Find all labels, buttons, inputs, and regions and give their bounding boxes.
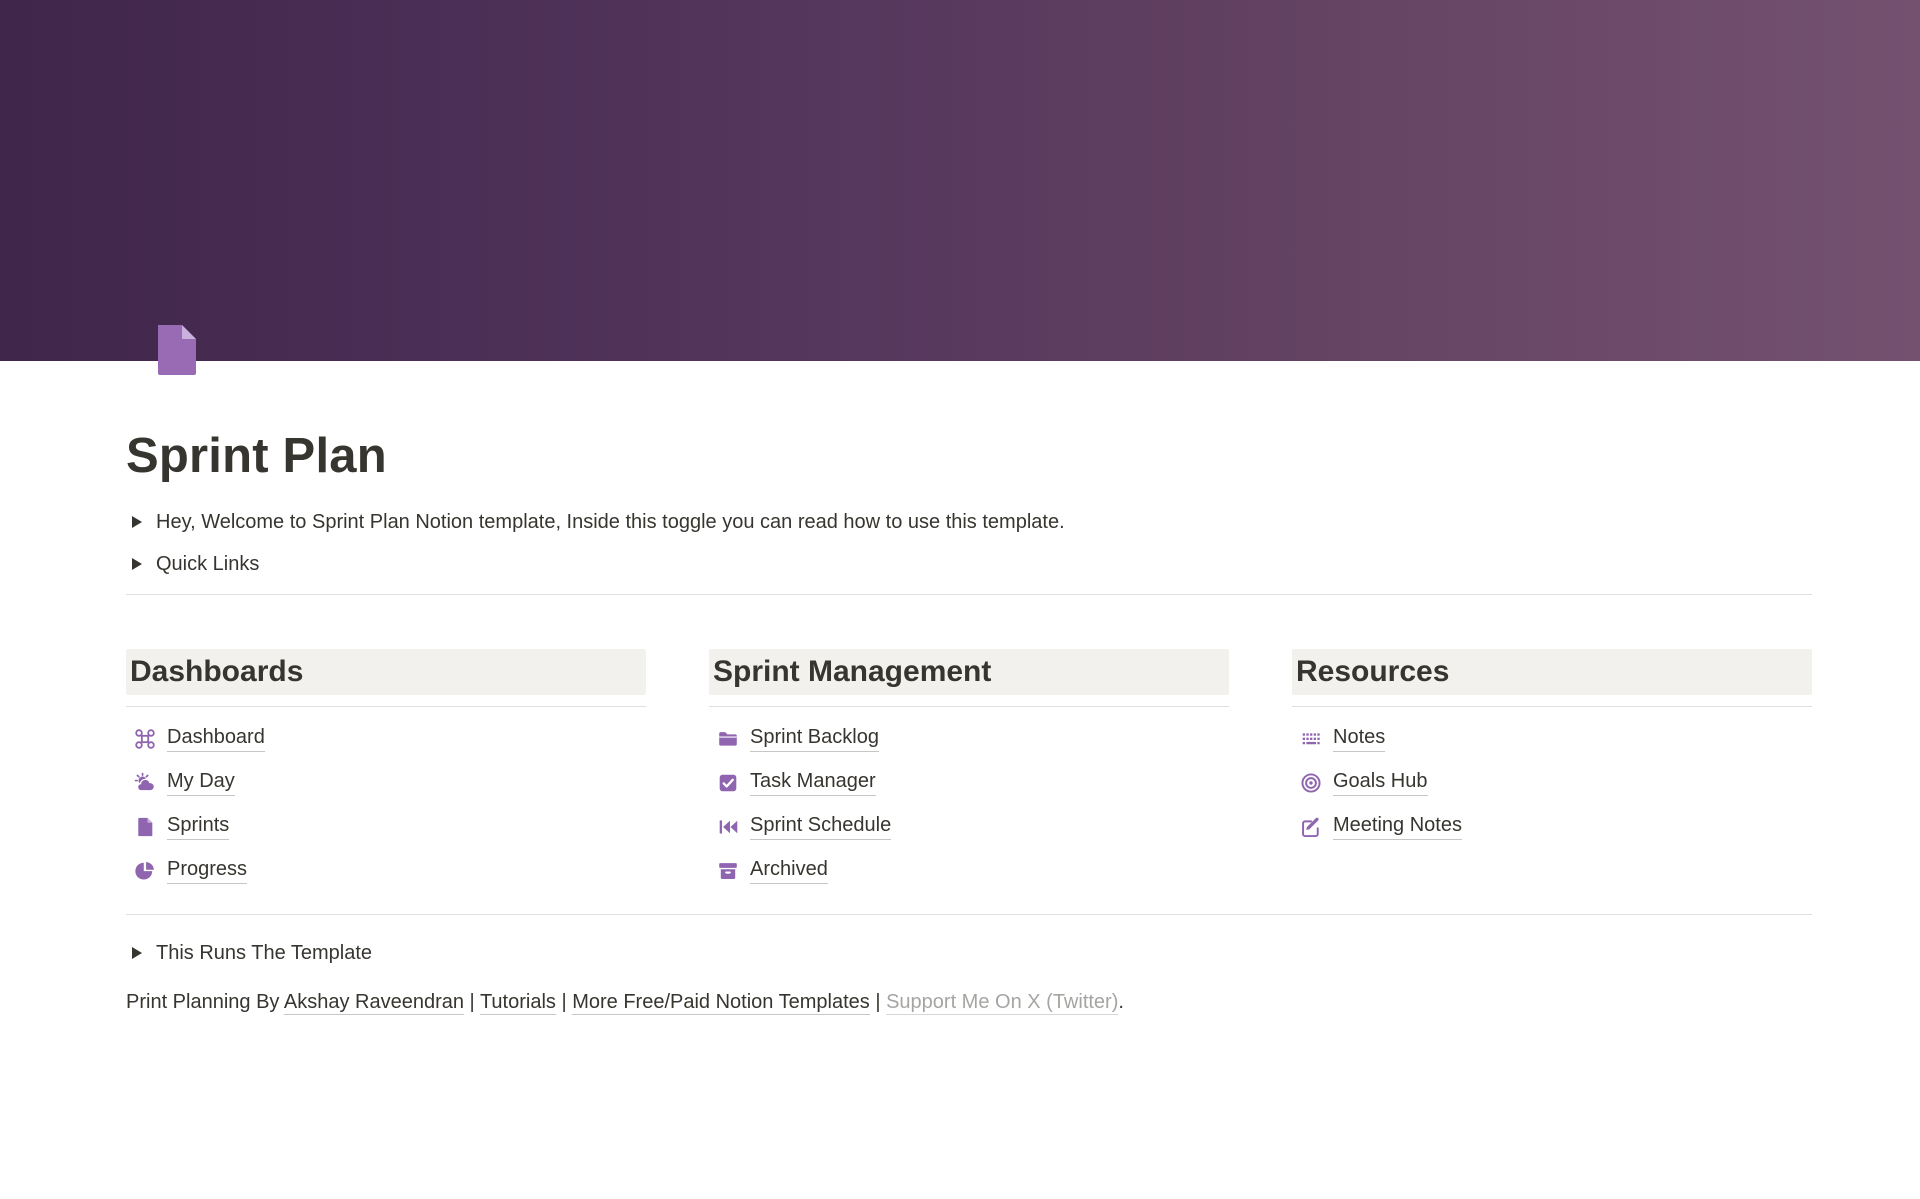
footer-link-tutorials[interactable]: Tutorials bbox=[480, 991, 556, 1015]
rewind-icon bbox=[717, 816, 739, 838]
link-label: Task Manager bbox=[750, 769, 876, 796]
link-sprint-backlog[interactable]: Sprint Backlog bbox=[709, 725, 1229, 752]
toggle-welcome[interactable]: Hey, Welcome to Sprint Plan Notion templ… bbox=[126, 508, 1812, 536]
column-heading-label: Resources bbox=[1296, 655, 1808, 690]
column-heading-dashboards: Dashboards bbox=[126, 649, 646, 696]
edit-square-icon bbox=[1300, 816, 1322, 838]
toggle-triangle-icon[interactable] bbox=[132, 947, 142, 959]
column-heading-label: Sprint Management bbox=[713, 655, 1225, 690]
link-archived[interactable]: Archived bbox=[709, 857, 1229, 884]
folder-icon bbox=[717, 728, 739, 750]
link-label: Progress bbox=[167, 857, 247, 884]
divider bbox=[126, 706, 646, 707]
column-sprint-management: Sprint Management Sprint Backlog bbox=[709, 649, 1229, 885]
link-notes[interactable]: Notes bbox=[1292, 725, 1812, 752]
footer-credits: Print Planning By Akshay Raveendran | Tu… bbox=[126, 987, 1812, 1017]
link-label: Sprints bbox=[167, 813, 229, 840]
footer-link-author[interactable]: Akshay Raveendran bbox=[284, 991, 464, 1015]
link-label: Sprint Backlog bbox=[750, 725, 879, 752]
columns-section: Dashboards Dashboard bbox=[126, 649, 1812, 885]
toggle-welcome-label: Hey, Welcome to Sprint Plan Notion templ… bbox=[156, 508, 1065, 536]
link-label: Goals Hub bbox=[1333, 769, 1428, 796]
checkbox-check-icon bbox=[717, 772, 739, 794]
link-label: Sprint Schedule bbox=[750, 813, 891, 840]
footer-link-templates[interactable]: More Free/Paid Notion Templates bbox=[572, 991, 870, 1015]
column-resources: Resources Notes bbox=[1292, 649, 1812, 885]
column-heading-sprint-management: Sprint Management bbox=[709, 649, 1229, 696]
footer-separator: | bbox=[556, 991, 572, 1013]
command-icon bbox=[134, 728, 156, 750]
link-dashboard[interactable]: Dashboard bbox=[126, 725, 646, 752]
footer-period: . bbox=[1118, 991, 1124, 1013]
link-meeting-notes[interactable]: Meeting Notes bbox=[1292, 813, 1812, 840]
link-goals-hub[interactable]: Goals Hub bbox=[1292, 769, 1812, 796]
footer-separator: | bbox=[870, 991, 886, 1013]
page-title: Sprint Plan bbox=[126, 427, 1812, 486]
toggle-quick-links-label: Quick Links bbox=[156, 550, 259, 578]
column-dashboards: Dashboards Dashboard bbox=[126, 649, 646, 885]
toggle-runs-template[interactable]: This Runs The Template bbox=[126, 939, 1812, 967]
pie-chart-icon bbox=[134, 860, 156, 882]
link-label: Dashboard bbox=[167, 725, 265, 752]
page-document-icon[interactable] bbox=[144, 317, 208, 381]
keyboard-icon bbox=[1300, 728, 1322, 750]
toggle-triangle-icon[interactable] bbox=[132, 516, 142, 528]
footer-separator: | bbox=[464, 991, 480, 1013]
link-label: Notes bbox=[1333, 725, 1385, 752]
sun-cloud-icon bbox=[134, 772, 156, 794]
footer-link-support[interactable]: Support Me On X (Twitter) bbox=[886, 991, 1118, 1015]
page-content: Sprint Plan Hey, Welcome to Sprint Plan … bbox=[126, 317, 1812, 1017]
divider bbox=[126, 594, 1812, 595]
divider bbox=[709, 706, 1229, 707]
link-sprints[interactable]: Sprints bbox=[126, 813, 646, 840]
link-progress[interactable]: Progress bbox=[126, 857, 646, 884]
link-label: Meeting Notes bbox=[1333, 813, 1462, 840]
column-heading-resources: Resources bbox=[1292, 649, 1812, 696]
link-label: My Day bbox=[167, 769, 235, 796]
link-my-day[interactable]: My Day bbox=[126, 769, 646, 796]
target-icon bbox=[1300, 772, 1322, 794]
cover-image[interactable] bbox=[0, 0, 1920, 361]
divider bbox=[126, 914, 1812, 915]
toggle-runs-template-label: This Runs The Template bbox=[156, 939, 372, 967]
column-heading-label: Dashboards bbox=[130, 655, 642, 690]
toggle-quick-links[interactable]: Quick Links bbox=[126, 550, 1812, 578]
toggle-triangle-icon[interactable] bbox=[132, 558, 142, 570]
divider bbox=[1292, 706, 1812, 707]
archive-box-icon bbox=[717, 860, 739, 882]
link-label: Archived bbox=[750, 857, 828, 884]
page-icon bbox=[134, 816, 156, 838]
footer-prefix: Print Planning By bbox=[126, 991, 284, 1013]
link-sprint-schedule[interactable]: Sprint Schedule bbox=[709, 813, 1229, 840]
link-task-manager[interactable]: Task Manager bbox=[709, 769, 1229, 796]
